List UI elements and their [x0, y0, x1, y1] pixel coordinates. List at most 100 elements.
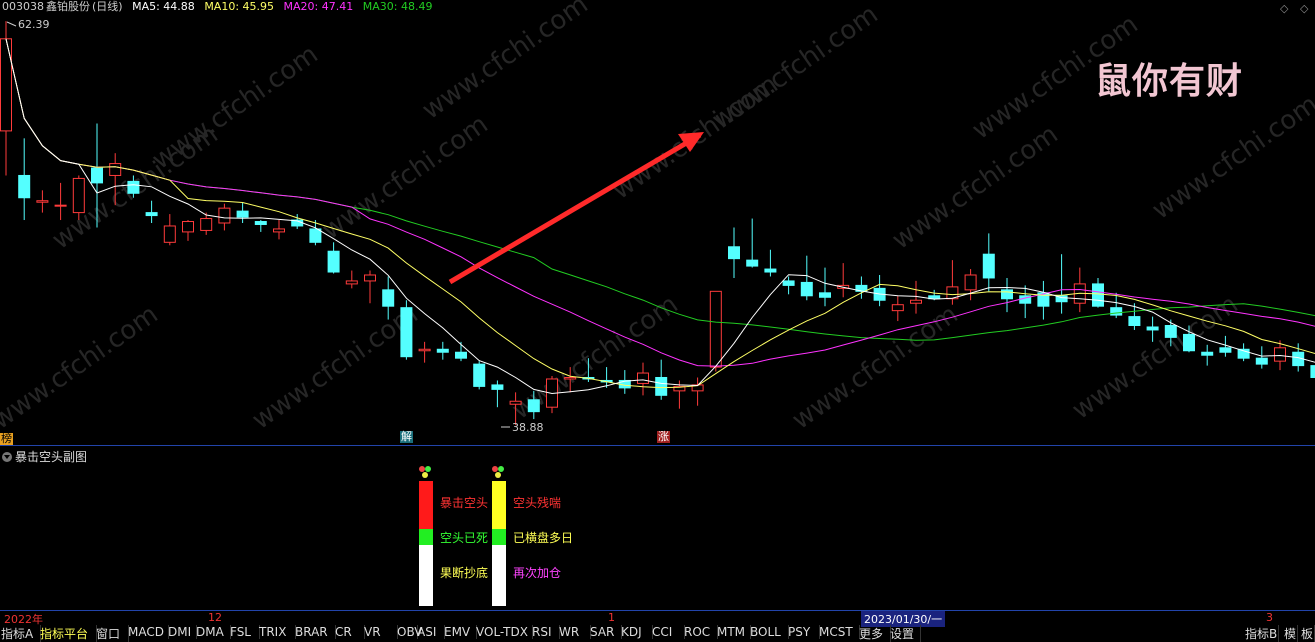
- label-jiacang: 再次加仓: [513, 566, 562, 580]
- chart-header: 003038 鑫铂股份 (日线) MA5: 44.88 MA10: 45.95 MA…: [2, 0, 438, 14]
- tab-9[interactable]: CR: [334, 625, 365, 639]
- signal-dot-yellow-2: [495, 472, 501, 478]
- candle-body: [18, 174, 31, 199]
- candle-body: [1219, 347, 1232, 353]
- bar-white: [419, 545, 433, 606]
- sub-indicator-panel[interactable]: 暴击空头副图 暴击空头 空头已死 果断抄底 空头残喘 已横盘多日 再次加仓: [0, 446, 1315, 610]
- candle-body: [964, 274, 977, 291]
- tab-24[interactable]: MCST: [818, 625, 860, 639]
- tab-13[interactable]: EMV: [443, 625, 477, 639]
- candle-body: [910, 299, 922, 304]
- tab-12[interactable]: ASI: [416, 625, 445, 639]
- watermark-text: www.cfchi.com: [707, 0, 884, 136]
- tab-7[interactable]: TRIX: [258, 625, 296, 639]
- tab-3[interactable]: MACD: [127, 625, 169, 639]
- bar-green-2: [492, 529, 506, 545]
- tab-11[interactable]: OBV: [396, 625, 423, 639]
- candle-body: [637, 372, 649, 384]
- candle-body: [491, 384, 504, 390]
- tab-8[interactable]: BRAR: [294, 625, 336, 639]
- candlestick-chart[interactable]: www.cfchi.com www.cfchi.com www.cfchi.com w…: [0, 0, 1315, 445]
- label-hengpan: 已横盘多日: [513, 531, 574, 545]
- candle-body: [327, 250, 340, 273]
- tab-4[interactable]: DMI: [167, 625, 197, 639]
- diamond-icon[interactable]: ◇: [1280, 2, 1288, 15]
- candle-body: [1310, 365, 1315, 378]
- candle-body: [436, 348, 449, 353]
- diamond-icon-2[interactable]: ◇: [1300, 2, 1308, 15]
- watermark-text: www.cfchi.com: [0, 299, 164, 435]
- tab-14[interactable]: VOL-TDX: [475, 625, 533, 639]
- date-month-1: 1: [608, 611, 615, 624]
- watermark-text: www.cfchi.com: [1147, 89, 1315, 225]
- candle-body: [364, 274, 376, 282]
- tab-0[interactable]: 指标A: [0, 625, 41, 642]
- candle-body: [564, 376, 577, 380]
- watermark-text: www.cfchi.com: [147, 39, 324, 175]
- period-label[interactable]: (日线): [92, 0, 123, 13]
- right-tab-0[interactable]: 指标B: [1244, 625, 1280, 642]
- tab-26[interactable]: 设置: [889, 625, 921, 642]
- bar-yellow: [492, 481, 506, 529]
- candle-body: [273, 228, 285, 233]
- right-tab-2[interactable]: 板: [1300, 625, 1315, 642]
- candle-body: [473, 363, 486, 387]
- signal-dot-yellow: [422, 472, 428, 478]
- candle-body: [782, 280, 795, 286]
- candle-body: [36, 200, 49, 203]
- candle-body: [218, 207, 231, 224]
- candle-body: [1183, 333, 1195, 352]
- tab-1[interactable]: 指标平台: [39, 625, 97, 642]
- ma5-legend: MA5: 44.88: [132, 0, 195, 13]
- tab-20[interactable]: ROC: [683, 625, 718, 639]
- candle-body: [982, 253, 995, 279]
- tab-16[interactable]: WR: [558, 625, 591, 639]
- candle-body: [819, 292, 831, 298]
- candle-body: [54, 204, 67, 207]
- tab-21[interactable]: MTM: [716, 625, 751, 639]
- watermark-text: www.cfchi.com: [417, 0, 594, 126]
- badge-zhang[interactable]: 涨: [657, 431, 670, 443]
- candle-body: [1201, 351, 1214, 356]
- candle-body: [800, 281, 813, 297]
- bar-white-2: [492, 545, 506, 606]
- signal-column-2: [492, 466, 506, 606]
- signal-dot-red: [419, 466, 425, 472]
- watermark-text: www.cfchi.com: [247, 299, 424, 435]
- date-month-3: 3: [1266, 611, 1273, 624]
- candle-body: [236, 210, 249, 218]
- candle-body: [254, 221, 267, 225]
- tab-22[interactable]: BOLL: [749, 625, 789, 639]
- price-high-pointer: [6, 21, 17, 27]
- badge-jie[interactable]: 解: [400, 431, 413, 443]
- tab-17[interactable]: SAR: [589, 625, 622, 639]
- candle-body: [0, 38, 12, 132]
- candle-body: [163, 225, 176, 243]
- label-guoduan: 果断抄底: [440, 566, 489, 580]
- stock-code: 003038: [2, 0, 44, 13]
- candle-body: [746, 259, 759, 267]
- tab-2[interactable]: 窗口: [95, 625, 129, 642]
- bar-red: [419, 481, 433, 529]
- tab-25[interactable]: 更多: [858, 625, 891, 642]
- right-tab-1[interactable]: 模: [1283, 625, 1299, 642]
- bar-green: [419, 529, 433, 545]
- candle-body: [345, 280, 358, 285]
- tab-23[interactable]: PSY: [787, 625, 820, 639]
- signal-dot-red-2: [492, 466, 498, 472]
- label-kongtou-yisi: 空头已死: [440, 531, 489, 545]
- brand-watermark: 鼠你有财: [1095, 61, 1244, 102]
- tab-10[interactable]: VR: [363, 625, 398, 639]
- tab-18[interactable]: KDJ: [620, 625, 653, 639]
- date-month-12: 12: [208, 611, 222, 624]
- tab-6[interactable]: FSL: [229, 625, 260, 639]
- ma10-legend: MA10: 45.95: [204, 0, 275, 13]
- tab-15[interactable]: RSI: [531, 625, 560, 639]
- candle-body: [72, 177, 85, 214]
- tab-5[interactable]: DMA: [195, 625, 231, 639]
- candle-body: [527, 399, 540, 413]
- signal-dot-green: [425, 466, 431, 472]
- badge-bang[interactable]: 榜: [0, 433, 13, 445]
- tab-19[interactable]: CCI: [651, 625, 685, 639]
- signal-dot-green-2: [498, 466, 504, 472]
